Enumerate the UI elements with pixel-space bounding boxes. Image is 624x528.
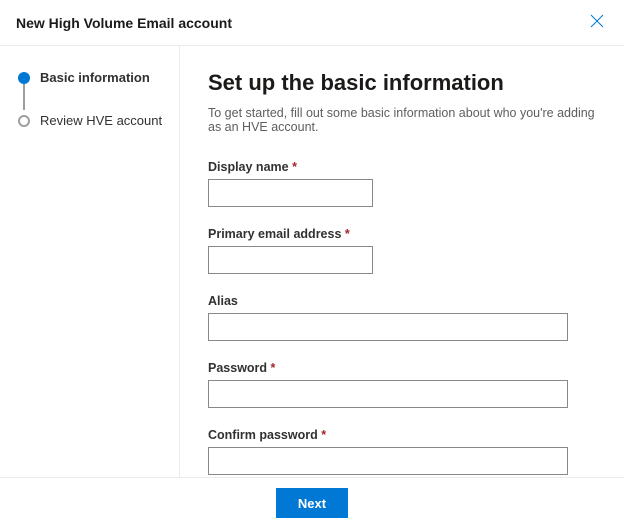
field-confirm-password: Confirm password * — [208, 428, 596, 475]
close-icon — [590, 14, 604, 31]
primary-email-label: Primary email address * — [208, 227, 596, 241]
alias-input[interactable] — [208, 313, 568, 341]
step-indicator-inactive-icon — [18, 115, 30, 127]
new-hve-account-panel: New High Volume Email account Basic info… — [0, 0, 624, 528]
next-button[interactable]: Next — [276, 488, 348, 518]
field-password: Password * — [208, 361, 596, 408]
required-indicator: * — [345, 227, 350, 241]
required-indicator: * — [271, 361, 276, 375]
confirm-password-label: Confirm password * — [208, 428, 596, 442]
password-label: Password * — [208, 361, 596, 375]
display-name-input[interactable] — [208, 179, 373, 207]
close-button[interactable] — [586, 10, 608, 35]
required-indicator: * — [321, 428, 326, 442]
panel-footer: Next — [0, 477, 624, 528]
main-content: Set up the basic information To get star… — [180, 46, 624, 477]
panel-title: New High Volume Email account — [16, 15, 232, 31]
step-label: Basic information — [40, 70, 150, 85]
field-primary-email: Primary email address * — [208, 227, 596, 274]
page-title: Set up the basic information — [208, 70, 596, 96]
page-description: To get started, fill out some basic info… — [208, 106, 596, 134]
step-connector — [23, 82, 25, 110]
alias-label: Alias — [208, 294, 596, 308]
required-indicator: * — [292, 160, 297, 174]
panel-header: New High Volume Email account — [0, 0, 624, 46]
step-basic-information[interactable]: Basic information — [18, 70, 167, 113]
step-label: Review HVE account — [40, 113, 162, 128]
panel-body: Basic information Review HVE account Set… — [0, 46, 624, 477]
step-indicator-active-icon — [18, 72, 30, 84]
password-input[interactable] — [208, 380, 568, 408]
field-alias: Alias — [208, 294, 596, 341]
primary-email-input[interactable] — [208, 246, 373, 274]
confirm-password-input[interactable] — [208, 447, 568, 475]
field-display-name: Display name * — [208, 160, 596, 207]
step-review-hve-account[interactable]: Review HVE account — [18, 113, 167, 128]
display-name-label: Display name * — [208, 160, 596, 174]
wizard-steps: Basic information Review HVE account — [0, 46, 180, 477]
